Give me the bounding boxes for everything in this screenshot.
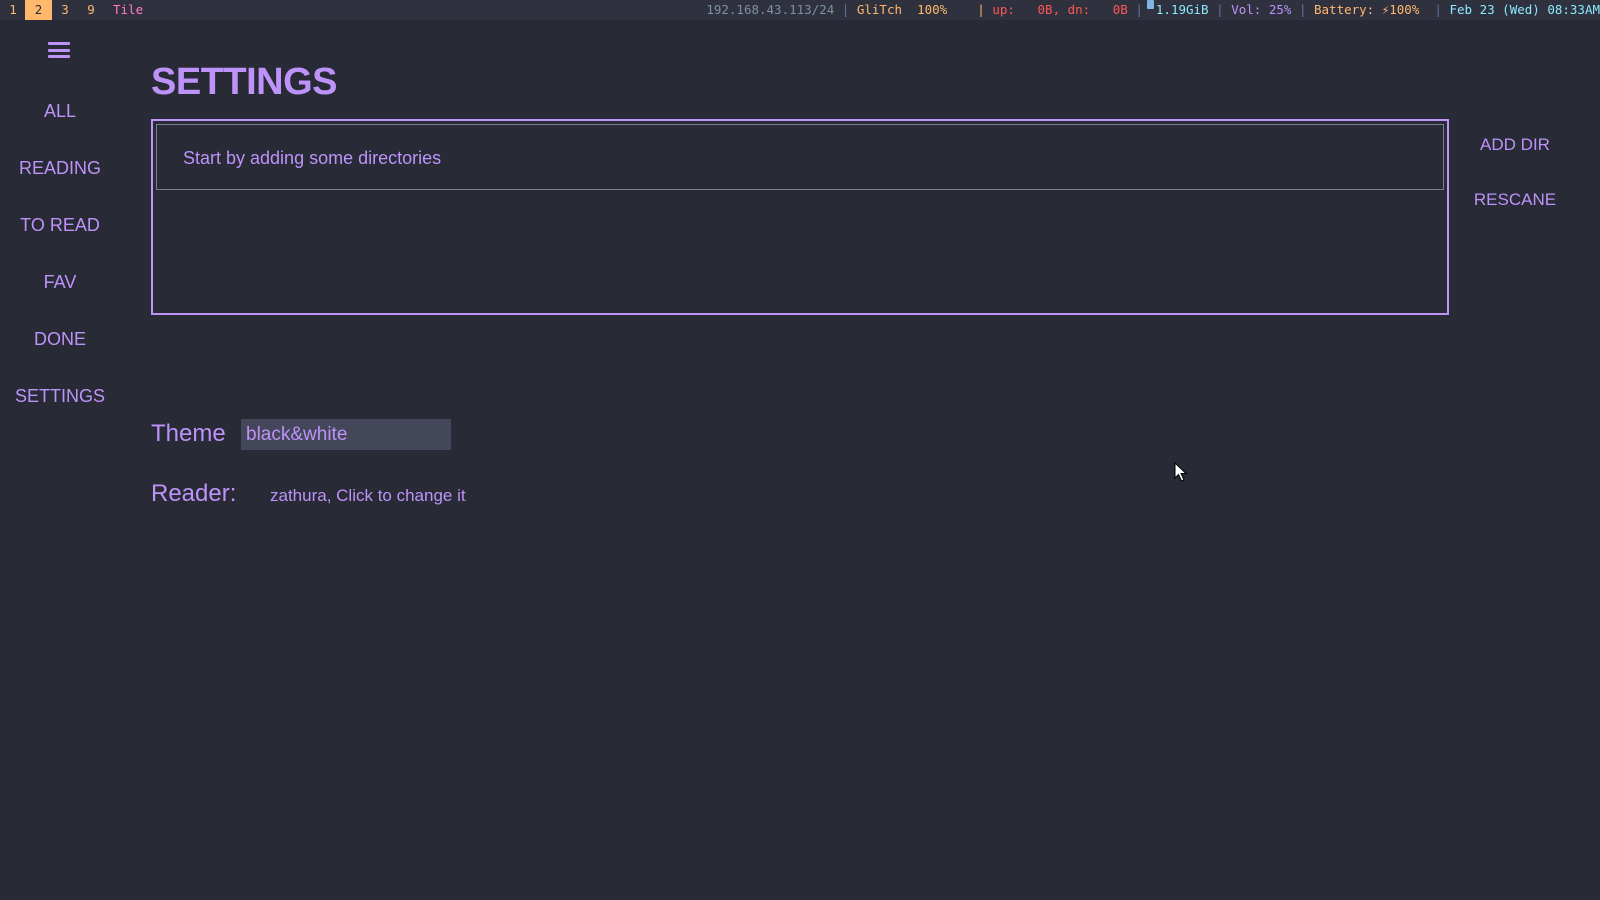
- workspace-3[interactable]: 3: [58, 0, 72, 20]
- memory-icon: [1146, 0, 1154, 9]
- sidebar-item-done[interactable]: DONE: [0, 329, 120, 350]
- separator: |: [1216, 2, 1224, 17]
- theme-select[interactable]: black&white: [241, 419, 451, 450]
- wifi-name: GliTch: [856, 2, 903, 17]
- workspace-2[interactable]: 2: [25, 0, 52, 20]
- status-widgets: 192.168.43.113/24 | GliTch 100% | up: 0B…: [706, 0, 1600, 20]
- network-address: 192.168.43.113/24: [706, 2, 835, 17]
- layout-indicator[interactable]: Tile: [113, 0, 143, 20]
- upload-value: 0B,: [1037, 2, 1061, 17]
- directory-empty-message: Start by adding some directories: [183, 148, 442, 168]
- separator: |: [1135, 2, 1143, 17]
- clock: Feb 23 (Wed) 08:33AM: [1449, 2, 1600, 17]
- status-bar: 1 2 3 9 Tile 192.168.43.113/24 | GliTch …: [0, 0, 1600, 20]
- theme-label: Theme: [151, 420, 226, 447]
- sidebar-item-settings[interactable]: SETTINGS: [0, 386, 120, 407]
- volume-status[interactable]: Vol: 25%: [1231, 0, 1291, 20]
- reader-change-link[interactable]: zathura, Click to change it: [270, 486, 466, 506]
- workspace-9[interactable]: 9: [84, 0, 98, 20]
- separator: |: [1434, 2, 1442, 17]
- separator: |: [1298, 2, 1307, 17]
- directory-list: Start by adding some directories: [151, 119, 1449, 315]
- sidebar-item-to-read[interactable]: TO READ: [0, 215, 120, 236]
- mouse-cursor-icon: [1174, 462, 1188, 482]
- sidebar-item-reading[interactable]: READING: [0, 158, 120, 179]
- sidebar-item-fav[interactable]: FAV: [0, 272, 120, 293]
- upload-label: up:: [992, 2, 1015, 17]
- workspace-1[interactable]: 1: [6, 0, 20, 20]
- download-value: 0B: [1112, 2, 1128, 17]
- separator: |: [977, 2, 985, 17]
- hamburger-icon[interactable]: [48, 42, 70, 58]
- directory-empty-row: Start by adding some directories: [156, 124, 1444, 190]
- download-label: dn:: [1067, 2, 1091, 17]
- battery-status: Battery: ⚡100%: [1314, 2, 1420, 17]
- memory-usage: 1.19GiB: [1155, 2, 1209, 17]
- sidebar-item-all[interactable]: ALL: [0, 101, 120, 122]
- reader-label: Reader:: [151, 480, 237, 507]
- wifi-signal: 100%: [917, 2, 948, 17]
- rescan-button[interactable]: RESCANE: [1458, 190, 1572, 210]
- add-dir-button[interactable]: ADD DIR: [1458, 135, 1572, 155]
- separator: |: [841, 2, 850, 17]
- page-title: SETTINGS: [151, 61, 338, 103]
